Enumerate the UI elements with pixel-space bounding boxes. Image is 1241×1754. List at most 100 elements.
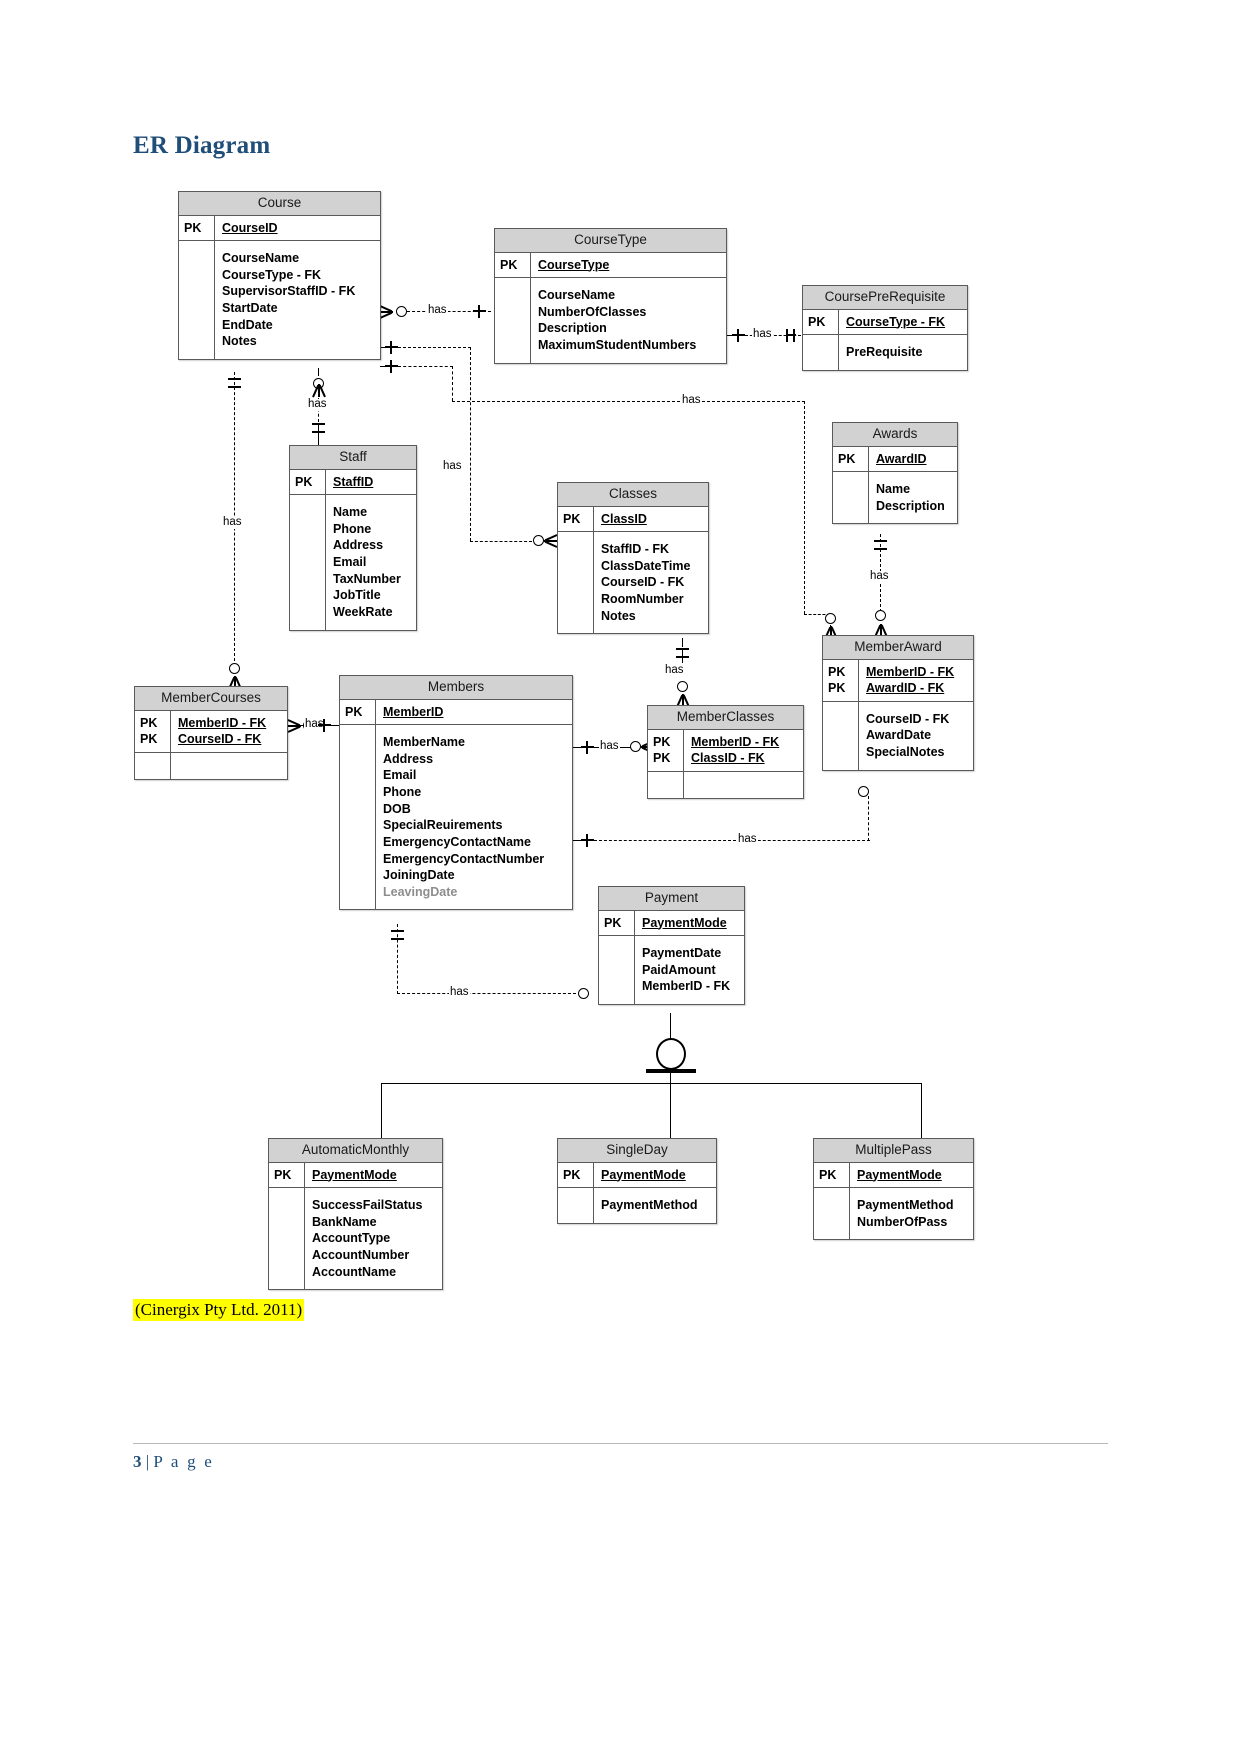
attribute: Name xyxy=(333,505,368,520)
entity-title: CourseType xyxy=(495,229,726,253)
entity-title: Classes xyxy=(558,483,708,507)
attribute: Description xyxy=(538,321,607,336)
key-attributes: ClassID xyxy=(601,511,647,526)
attribute-list: PreRequisite xyxy=(839,335,967,370)
key-column: PK xyxy=(599,910,635,936)
attribute-list: CourseID - FK AwardDate SpecialNotes xyxy=(859,702,973,770)
attribute: SupervisorStaffID - FK xyxy=(222,284,356,299)
attribute: PaymentDate xyxy=(642,946,722,961)
entity-title: MemberClasses xyxy=(648,706,803,730)
attribute: TaxNumber xyxy=(333,571,401,586)
footer-divider xyxy=(133,1443,1108,1444)
attribute: NumberOfClasses xyxy=(538,304,647,319)
attribute: NumberOfPass xyxy=(857,1214,948,1229)
attribute: CourseName xyxy=(538,288,616,303)
key-attributes: PaymentMode xyxy=(312,1167,397,1182)
attribute-list: Name Phone Address Email TaxNumber JobTi… xyxy=(326,495,416,629)
entity-awards[interactable]: Awards PK AwardID Name Description xyxy=(832,422,958,525)
generalization-circle xyxy=(656,1038,686,1070)
entity-payment[interactable]: Payment PK PaymentMode PaymentDate PaidA… xyxy=(598,886,745,1006)
entity-title: MemberAward xyxy=(823,636,973,660)
key-column: PK xyxy=(814,1162,850,1188)
key-column-empty xyxy=(648,771,684,798)
attribute: Email xyxy=(333,555,367,570)
key-column-empty xyxy=(833,472,869,524)
entity-memberclasses[interactable]: MemberClasses PK PK MemberID - FK ClassI… xyxy=(647,705,804,799)
attribute: BankName xyxy=(312,1214,377,1229)
entity-classes[interactable]: Classes PK ClassID StaffID - FK ClassDat… xyxy=(557,482,709,635)
entity-courseprerequisite[interactable]: CoursePreRequisite PK CourseType - FK Pr… xyxy=(802,285,968,371)
attribute: EmergencyContactNumber xyxy=(383,851,545,866)
key-column: PK xyxy=(290,469,326,495)
attribute: Address xyxy=(333,538,384,553)
attribute: AwardDate xyxy=(866,728,932,743)
attribute-list: Name Description xyxy=(869,472,957,523)
citation-highlighted: (Cinergix Pty Ltd. 2011) xyxy=(133,1299,305,1322)
attribute: Notes xyxy=(222,334,257,349)
attribute: Description xyxy=(876,498,945,513)
attribute-list xyxy=(684,772,803,798)
entity-title: Awards xyxy=(833,423,957,447)
entity-multiplepass[interactable]: MultiplePass PK PaymentMode PaymentMetho… xyxy=(813,1138,974,1241)
attribute-list: PaymentMethod xyxy=(594,1188,716,1223)
attribute-list xyxy=(171,753,287,779)
attribute: AccountType xyxy=(312,1231,391,1246)
attribute: Email xyxy=(383,768,417,783)
key-column-empty xyxy=(135,752,171,779)
attribute: MaximumStudentNumbers xyxy=(538,338,697,353)
key-column: PK xyxy=(558,506,594,532)
key-column-empty xyxy=(340,725,376,910)
entity-automaticmonthly[interactable]: AutomaticMonthly PK PaymentMode SuccessF… xyxy=(268,1138,443,1291)
attribute-list: StaffID - FK ClassDateTime CourseID - FK… xyxy=(594,532,708,633)
attribute: MemberName xyxy=(383,735,465,750)
entity-staff[interactable]: Staff PK StaffID Name Phone Address Emai… xyxy=(289,445,417,631)
attribute: EmergencyContactName xyxy=(383,834,531,849)
footer-page-label: P a g e xyxy=(153,1452,214,1471)
key-column: PK xyxy=(803,309,839,335)
key-column-empty xyxy=(558,532,594,634)
key-column: PK xyxy=(558,1162,594,1188)
attribute-list: CourseName CourseType - FK SupervisorSta… xyxy=(215,241,380,359)
page-title: ER Diagram xyxy=(133,132,271,159)
key-attributes: PaymentMode xyxy=(857,1167,942,1182)
key-column: PK xyxy=(179,215,215,241)
attribute-list: PaymentDate PaidAmount MemberID - FK xyxy=(635,936,744,1004)
attribute-list: CourseName NumberOfClasses Description M… xyxy=(531,278,726,363)
key-attributes: PaymentMode xyxy=(601,1167,686,1182)
entity-title: MultiplePass xyxy=(814,1139,973,1163)
entity-membercourses[interactable]: MemberCourses PK PK MemberID - FK Course… xyxy=(134,686,288,780)
entity-title: Members xyxy=(340,676,572,700)
key-label: PK xyxy=(653,734,671,749)
attribute: CourseID - FK xyxy=(601,575,685,590)
entity-memberaward[interactable]: MemberAward PK PK MemberID - FK AwardID … xyxy=(822,635,974,771)
key-attributes: MemberID - FK CourseID - FK xyxy=(178,715,267,747)
key-label: PK xyxy=(828,664,846,679)
attribute: CourseType - FK xyxy=(222,267,322,282)
key-column: PK PK xyxy=(823,659,859,701)
attribute-list: PaymentMethod NumberOfPass xyxy=(850,1188,973,1239)
key-column: PK PK xyxy=(135,710,171,752)
key-column-empty xyxy=(495,278,531,363)
key-column: PK xyxy=(495,252,531,278)
attribute: Phone xyxy=(333,521,372,536)
attribute: PaymentMethod xyxy=(857,1198,954,1213)
entity-members[interactable]: Members PK MemberID MemberName Address E… xyxy=(339,675,573,911)
entity-singleday[interactable]: SingleDay PK PaymentMode PaymentMethod xyxy=(557,1138,717,1224)
entity-course[interactable]: Course PK CourseID CourseName CourseType… xyxy=(178,191,381,360)
relationship-label: has xyxy=(427,304,448,317)
relationship-label: has xyxy=(664,664,685,677)
key-label: PK xyxy=(653,751,671,766)
attribute: JoiningDate xyxy=(383,868,455,883)
attribute: CourseName xyxy=(222,251,300,266)
attribute: PaymentMethod xyxy=(601,1198,698,1213)
attribute: Address xyxy=(383,751,434,766)
key-attributes: PaymentMode xyxy=(642,915,727,930)
key-attributes: CourseType - FK xyxy=(846,314,946,329)
entity-title: Course xyxy=(179,192,380,216)
key-attributes: CourseID xyxy=(222,220,278,235)
key-attributes: StaffID xyxy=(333,474,374,489)
entity-title: CoursePreRequisite xyxy=(803,286,967,310)
attribute: JobTitle xyxy=(333,588,381,603)
document-page: ER Diagram has has has has has has has h… xyxy=(0,0,1241,1754)
entity-coursetype[interactable]: CourseType PK CourseType CourseName Numb… xyxy=(494,228,727,364)
